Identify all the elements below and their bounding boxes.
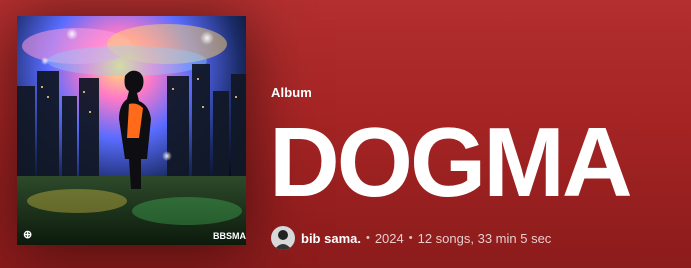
- artist-avatar-image: [271, 226, 295, 250]
- album-year: 2024: [374, 230, 404, 246]
- album-title: DOGMA: [269, 107, 633, 217]
- cover-logo-left: ⊕: [23, 229, 32, 241]
- album-cover-art[interactable]: ⊕ BBSMA: [17, 16, 246, 245]
- album-header: ⊕ BBSMA Album DOGMA bib sama. • 2024 • 1…: [0, 0, 691, 268]
- album-meta-row: bib sama. • 2024 • 12 songs, 33 min 5 se…: [271, 226, 551, 250]
- album-type-label: Album: [271, 85, 312, 100]
- separator-dot: •: [408, 232, 413, 244]
- artist-avatar[interactable]: [271, 226, 295, 250]
- separator-dot: •: [365, 232, 370, 244]
- cover-logo-text: BBSMA: [213, 231, 246, 241]
- artist-link[interactable]: bib sama.: [301, 231, 361, 246]
- album-cover-image: ⊕ BBSMA: [17, 16, 246, 245]
- album-stats: 12 songs, 33 min 5 sec: [417, 230, 552, 246]
- album-info: Album DOGMA bib sama. • 2024 • 12 songs,…: [269, 0, 691, 268]
